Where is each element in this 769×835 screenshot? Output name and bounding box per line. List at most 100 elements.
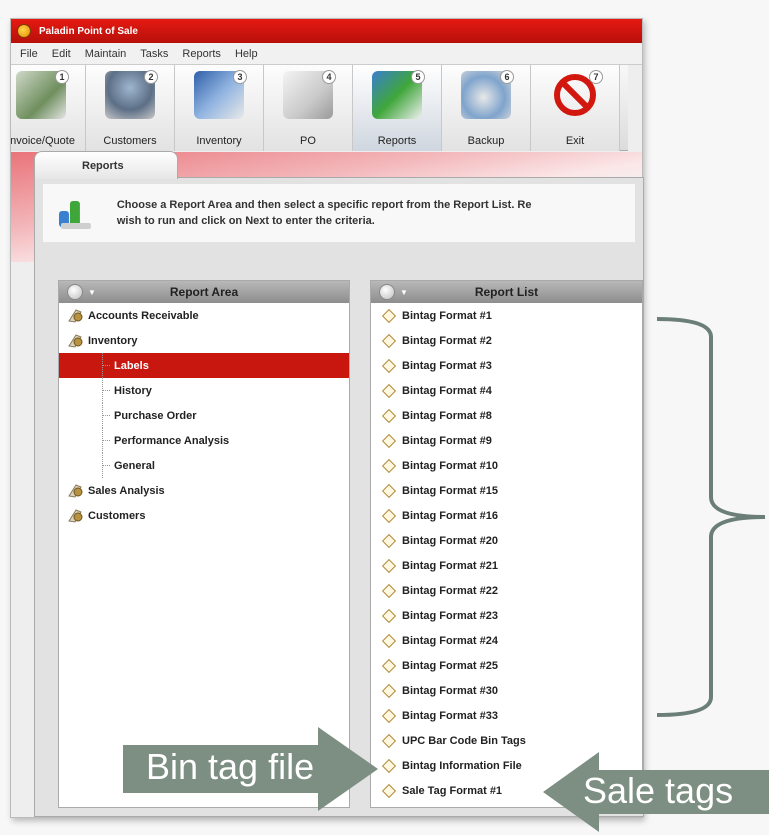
report-area-label: Sales Analysis	[88, 484, 165, 497]
report-list-label: Bintag Format #15	[402, 484, 498, 497]
toolbar-label: Inventory	[196, 135, 242, 147]
report-diamond-icon	[381, 708, 397, 723]
report-diamond-icon	[381, 733, 397, 748]
report-list-item[interactable]: Bintag Format #22	[371, 578, 642, 603]
report-list-label: Bintag Format #1	[402, 309, 492, 322]
menu-tasks[interactable]: Tasks	[140, 48, 168, 60]
report-area-item[interactable]: Customers	[59, 503, 349, 528]
report-list-label: Bintag Format #23	[402, 609, 498, 622]
report-list-label: Bintag Format #16	[402, 509, 498, 522]
report-list-item[interactable]: Bintag Format #21	[371, 553, 642, 578]
report-list-item[interactable]: Bintag Format #9	[371, 428, 642, 453]
menu-file[interactable]: File	[20, 48, 38, 60]
report-list-item[interactable]: Bintag Format #16	[371, 503, 642, 528]
toolbar-reports-button[interactable]: 5 Reports	[353, 65, 442, 151]
report-list-label: Bintag Format #20	[402, 534, 498, 547]
report-area-label: History	[114, 384, 152, 397]
instructions-text: Choose a Report Area and then select a s…	[117, 197, 635, 229]
report-area-label: Customers	[88, 509, 146, 522]
report-list-item[interactable]: Bintag Format #2	[371, 328, 642, 353]
report-list-label: Bintag Format #24	[402, 634, 498, 647]
report-diamond-icon	[381, 408, 397, 423]
report-area-label: Inventory	[88, 334, 138, 347]
report-list-label: Bintag Format #21	[402, 559, 498, 572]
report-list-item[interactable]: Bintag Format #25	[371, 653, 642, 678]
report-list-item[interactable]: Bintag Format #8	[371, 403, 642, 428]
report-list-title: Report List	[474, 285, 539, 299]
report-list-label: Bintag Format #10	[402, 459, 498, 472]
toolbar-inventory-button[interactable]: 3 Inventory	[175, 65, 264, 151]
report-area-item[interactable]: Sales Analysis	[59, 478, 349, 503]
report-diamond-icon	[381, 583, 397, 598]
report-list-item[interactable]: Bintag Format #15	[371, 478, 642, 503]
report-list-label: Bintag Format #33	[402, 709, 498, 722]
report-diamond-icon	[381, 433, 397, 448]
menu-maintain[interactable]: Maintain	[85, 48, 127, 60]
toolbar-customers-button[interactable]: 2 Customers	[86, 65, 175, 151]
report-list-item[interactable]: UPC Bar Code Bin Tags	[371, 728, 642, 753]
sale-tags-annotation: Sale tags	[583, 770, 734, 811]
report-diamond-icon	[381, 508, 397, 523]
toolbar-backup-button[interactable]: 6 Backup	[442, 65, 531, 151]
menu-bar: File Edit Maintain Tasks Reports Help	[11, 43, 642, 65]
report-area-item[interactable]: Accounts Receivable	[59, 303, 349, 328]
report-list-label: Sale Tag Format #1	[402, 784, 503, 797]
report-list-label: Bintag Information File	[402, 759, 522, 772]
report-list-item[interactable]: Bintag Format #1	[371, 303, 642, 328]
toolbar-label: Backup	[467, 135, 505, 147]
tree-branch	[102, 465, 110, 466]
paladin-logo-icon	[17, 24, 31, 38]
report-list-label: Bintag Format #2	[402, 334, 492, 347]
toolbar-label: Invoice/Quote	[10, 135, 75, 147]
report-area-label: Labels	[114, 359, 149, 372]
tree-branch	[102, 415, 110, 416]
bin-tag-annotation: Bin tag file	[146, 746, 315, 787]
report-area-item[interactable]: Performance Analysis	[59, 428, 349, 453]
report-list-label: Bintag Format #8	[402, 409, 492, 422]
report-area-header: ▼ Report Area	[59, 281, 349, 303]
report-diamond-icon	[381, 458, 397, 473]
tab-reports[interactable]: Reports	[34, 151, 178, 179]
report-list-label: Bintag Format #25	[402, 659, 498, 672]
menu-reports[interactable]: Reports	[182, 48, 221, 60]
toolbar-invoice-quote-button[interactable]: 1 Invoice/Quote	[10, 65, 86, 151]
report-diamond-icon	[381, 333, 397, 348]
toolbar-exit-button[interactable]: 7 Exit	[531, 65, 620, 151]
tree-branch	[102, 365, 110, 366]
report-list-label: Bintag Format #30	[402, 684, 498, 697]
report-list-item[interactable]: Bintag Format #20	[371, 528, 642, 553]
report-list-item[interactable]: Bintag Format #10	[371, 453, 642, 478]
menu-edit[interactable]: Edit	[52, 48, 71, 60]
report-list-item[interactable]: Bintag Format #30	[371, 678, 642, 703]
title-bar: Paladin Point of Sale	[11, 19, 642, 43]
menu-help[interactable]: Help	[235, 48, 258, 60]
app-title: Paladin Point of Sale	[39, 25, 138, 37]
report-list-item[interactable]: Bintag Format #23	[371, 603, 642, 628]
report-list-item[interactable]: Bintag Format #4	[371, 378, 642, 403]
report-diamond-icon	[381, 558, 397, 573]
report-area-item[interactable]: Labels	[59, 353, 349, 378]
shortcut-badge: 7	[589, 70, 603, 84]
report-area-item[interactable]: Purchase Order	[59, 403, 349, 428]
shortcut-badge: 1	[55, 70, 69, 84]
report-area-label: Performance Analysis	[114, 434, 230, 447]
instructions-line-2: wish to run and click on Next to enter t…	[116, 215, 375, 227]
report-list-item[interactable]: Bintag Format #3	[371, 353, 642, 378]
tree-branch	[102, 390, 110, 391]
bracket-annotation	[656, 317, 766, 717]
folder-icon	[68, 483, 83, 498]
report-area-label: Accounts Receivable	[88, 309, 199, 322]
report-area-item[interactable]: History	[59, 378, 349, 403]
report-diamond-icon	[381, 633, 397, 648]
report-area-item[interactable]: General	[59, 453, 349, 478]
report-area-item[interactable]: Inventory	[59, 328, 349, 353]
report-list-item[interactable]: Bintag Format #24	[371, 628, 642, 653]
report-list-label: Bintag Format #3	[402, 359, 492, 372]
report-diamond-icon	[381, 683, 397, 698]
reports-icon	[58, 201, 91, 229]
toolbar-po-button[interactable]: 4 PO	[264, 65, 353, 151]
report-area-tree: Accounts Receivable Inventory Labels Histor…	[59, 303, 349, 528]
report-list-item[interactable]: Bintag Format #33	[371, 703, 642, 728]
report-diamond-icon	[381, 483, 397, 498]
report-diamond-icon	[381, 358, 397, 373]
